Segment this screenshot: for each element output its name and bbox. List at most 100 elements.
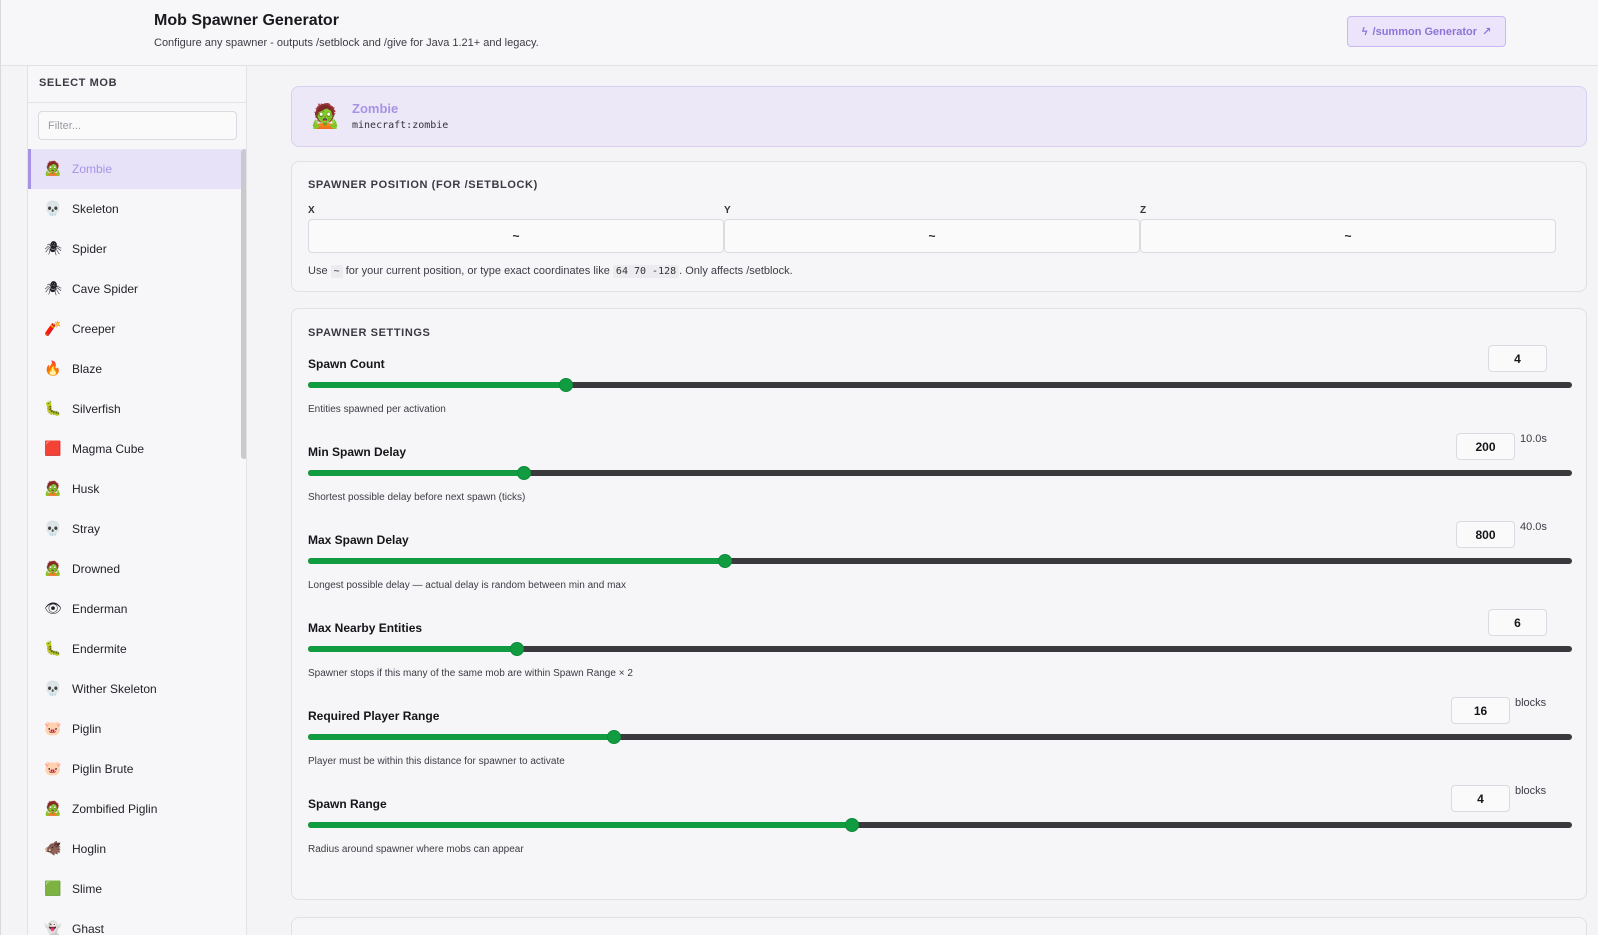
spider-icon: 🕷 [44,241,62,257]
hoglin-icon: 🐗 [44,841,62,857]
sidebar-item-label: Blaze [72,362,103,376]
sidebar-item-piglin-brute[interactable]: 🐷 Piglin Brute [28,749,241,789]
sidebar-item-endermite[interactable]: 🐛 Endermite [28,629,241,669]
max-spawn-delay-label: Max Spawn Delay [308,533,409,547]
husk-icon: 🧟 [44,481,62,497]
max-spawn-delay-slider[interactable] [308,554,1572,568]
spawn-range-slider-thumb[interactable] [844,818,859,832]
sidebar-title: SELECT MOB [39,77,118,89]
spawner-settings-section: SPAWNER SETTINGS Spawn Count Entities spa… [291,308,1587,900]
min-spawn-delay-slider[interactable] [308,466,1572,480]
position-hint: Use ~ for your current position, or type… [308,265,793,278]
required-player-range-number-input[interactable] [1451,697,1510,724]
min-spawn-delay-slider-thumb[interactable] [517,466,532,480]
setting-spawn-count: Spawn Count Entities spawned per activati… [308,345,1572,445]
sidebar-item-label: Zombie [72,162,113,176]
required-player-range-slider[interactable] [308,730,1572,744]
spawn-count-label: Spawn Count [308,357,385,371]
hint-example-code: 64 70 -128 [612,265,680,278]
max-nearby-entities-slider[interactable] [308,642,1572,656]
summon-generator-button[interactable]: ϟ /summon Generator ↗ [1347,16,1506,47]
required-player-range-description: Player must be within this distance for … [308,756,565,767]
spawn-count-number-input[interactable] [1488,345,1547,372]
sidebar-item-label: Slime [72,882,103,896]
selected-mob-card: 🧟 Zombie minecraft:zombie [291,86,1587,147]
page-title: Mob Spawner Generator [154,12,339,29]
left-rail [0,66,27,935]
setting-spawn-range: Spawn Range blocks Radius around spawner w… [308,785,1572,885]
drowned-icon: 🧟 [44,561,62,577]
sidebar-item-stray[interactable]: 💀 Stray [28,509,241,549]
sidebar-item-label: Hoglin [72,842,107,856]
app-header: Mob Spawner Generator Configure any spaw… [0,0,1598,66]
spawn-range-description: Radius around spawner where mobs can app… [308,844,524,855]
mob-filter-input[interactable] [38,111,237,140]
spawn-range-number-input[interactable] [1451,785,1510,812]
sidebar-item-piglin[interactable]: 🐷 Piglin [28,709,241,749]
slime-icon: 🟩 [44,881,62,897]
setting-min-spawn-delay: Min Spawn Delay 10.0s Shortest possible de… [308,433,1572,533]
spawn-range-unit: blocks [1515,785,1547,797]
sidebar-item-label: Piglin [72,722,102,736]
spawn-count-slider[interactable] [308,378,1572,392]
magma-cube-icon: 🟥 [44,441,62,457]
sidebar-item-spider[interactable]: 🕷 Spider [28,229,241,269]
x-coordinate-input[interactable] [308,219,724,253]
spawn-range-slider-fill [308,822,852,828]
z-label: Z [1140,205,1147,216]
sidebar-item-cave-spider[interactable]: 🕷 Cave Spider [28,269,241,309]
sidebar-item-creeper[interactable]: 🧨 Creeper [28,309,241,349]
sidebar-item-silverfish[interactable]: 🐛 Silverfish [28,389,241,429]
position-section-title: SPAWNER POSITION (FOR /SETBLOCK) [308,179,538,191]
min-spawn-delay-label: Min Spawn Delay [308,445,407,459]
max-spawn-delay-number-input[interactable] [1456,521,1515,548]
sidebar-item-label: Endermite [72,642,127,656]
max-spawn-delay-slider-thumb[interactable] [718,554,733,568]
sidebar-item-hoglin[interactable]: 🐗 Hoglin [28,829,241,869]
sidebar-item-label: Skeleton [72,202,119,216]
silverfish-icon: 🐛 [44,401,62,417]
required-player-range-slider-thumb[interactable] [606,730,621,744]
settings-section-title: SPAWNER SETTINGS [308,327,431,339]
max-spawn-delay-slider-fill [308,558,726,564]
max-nearby-entities-slider-thumb[interactable] [509,642,524,656]
blaze-icon: 🔥 [44,361,62,377]
summon-generator-label: /summon Generator [1372,25,1478,38]
sidebar-item-zombified-piglin[interactable]: 🧟 Zombified Piglin [28,789,241,829]
sidebar-item-drowned[interactable]: 🧟 Drowned [28,549,241,589]
sidebar-item-slime[interactable]: 🟩 Slime [28,869,241,909]
cave-spider-icon: 🕷 [44,281,62,297]
spawn-range-slider[interactable] [308,818,1572,832]
mob-sidebar: SELECT MOB 🧟 Zombie 💀 Skeleton 🕷 Spider 🕷 Cave … [27,66,247,935]
sidebar-item-skeleton[interactable]: 💀 Skeleton [28,189,241,229]
zombie-icon: 🧟 [44,161,62,177]
sidebar-item-magma-cube[interactable]: 🟥 Magma Cube [28,429,241,469]
sidebar-item-enderman[interactable]: 👁 Enderman [28,589,241,629]
hint-tilde-code: ~ [330,265,343,278]
spawn-count-slider-thumb[interactable] [558,378,573,392]
spawner-position-section: SPAWNER POSITION (FOR /SETBLOCK) X Y Z U… [291,161,1587,292]
sidebar-item-blaze[interactable]: 🔥 Blaze [28,349,241,389]
max-nearby-entities-number-input[interactable] [1488,609,1547,636]
sidebar-item-label: Wither Skeleton [72,682,157,696]
sidebar-item-wither-skeleton[interactable]: 💀 Wither Skeleton [28,669,241,709]
selected-mob-id: minecraft:zombie [352,120,449,131]
y-coordinate-input[interactable] [724,219,1140,253]
sidebar-item-zombie[interactable]: 🧟 Zombie [28,149,241,189]
sidebar-item-label: Husk [72,482,100,496]
spawn-count-description: Entities spawned per activation [308,404,446,415]
sidebar-item-husk[interactable]: 🧟 Husk [28,469,241,509]
z-coordinate-input[interactable] [1140,219,1556,253]
required-player-range-slider-fill [308,734,614,740]
sidebar-item-label: Cave Spider [72,282,139,296]
spawn-range-label: Spawn Range [308,797,387,811]
sidebar-item-ghast[interactable]: 👻 Ghast [28,909,241,935]
min-spawn-delay-description: Shortest possible delay before next spaw… [308,492,526,503]
piglin-brute-icon: 🐷 [44,761,62,777]
max-nearby-entities-slider-fill [308,646,517,652]
min-spawn-delay-number-input[interactable] [1456,433,1515,460]
sidebar-divider [28,102,246,103]
selected-mob-name: Zombie [352,101,399,116]
sidebar-item-label: Silverfish [72,402,121,416]
sidebar-item-label: Drowned [72,562,121,576]
